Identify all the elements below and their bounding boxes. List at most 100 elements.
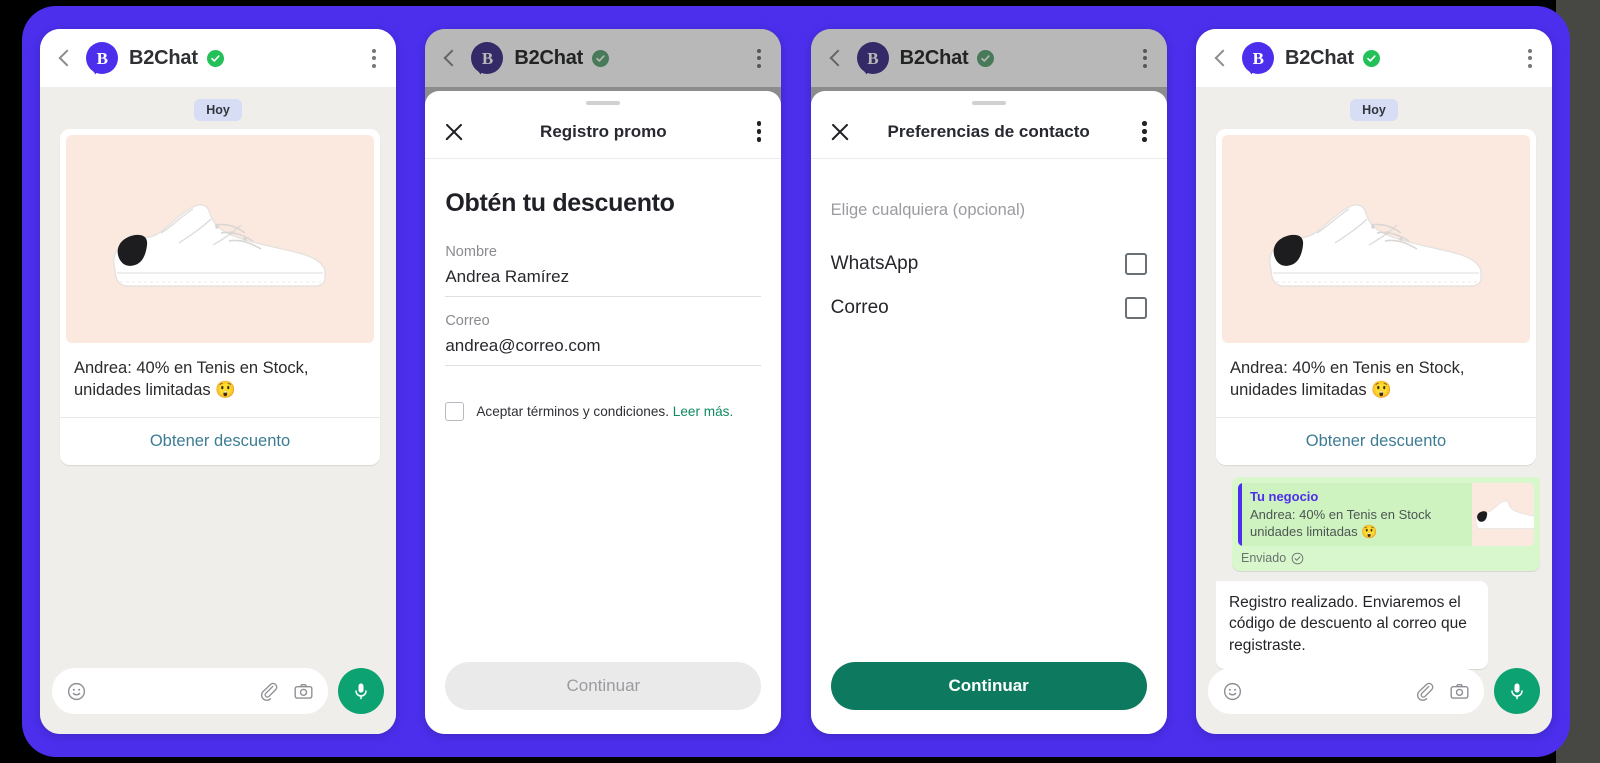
- terms-read-more-link[interactable]: Leer más.: [673, 404, 733, 419]
- received-message-row: Registro realizado. Enviaremos el código…: [1208, 581, 1540, 669]
- sent-status-label: Enviado: [1240, 551, 1287, 566]
- sheet-body-2: Obtén tu descuento Nombre Andrea Ramírez…: [425, 159, 781, 646]
- panel-1-chat: B B2Chat Hoy Andrea: 40% en Tenis en Sto…: [40, 29, 396, 734]
- sheet-title: Registro promo: [540, 121, 667, 141]
- sheet-toolbar-3: Preferencias de contacto: [810, 105, 1167, 159]
- chat-body-1: Hoy Andrea: 40% en Tenis en Stock, unida…: [40, 87, 396, 734]
- product-image: [1221, 135, 1530, 343]
- kebab-menu-icon[interactable]: [1524, 43, 1536, 74]
- quoted-message[interactable]: Tu negocio Andrea: 40% en Tenis en Stock…: [1237, 483, 1534, 547]
- avatar-initial: B: [481, 48, 493, 68]
- close-x-icon[interactable]: [443, 121, 465, 143]
- chevron-left-icon[interactable]: [56, 49, 74, 67]
- kebab-menu-icon[interactable]: [1140, 115, 1149, 148]
- sheet-body-3: Elige cualquiera (opcional) WhatsApp Cor…: [811, 159, 1167, 646]
- panel-2-registro-promo: B B2Chat Registro promo Obtén tu descuen…: [425, 29, 782, 734]
- terms-text: Aceptar términos y condiciones. Leer más…: [476, 404, 733, 419]
- product-card-4: Andrea: 40% en Tenis en Stock, unidades …: [1215, 129, 1536, 466]
- get-discount-button[interactable]: Obtener descuento: [1215, 418, 1536, 466]
- microphone-icon[interactable]: [1493, 668, 1540, 714]
- paperclip-icon[interactable]: [259, 681, 279, 701]
- quote-author: Tu negocio: [1249, 489, 1319, 505]
- field-correo: Correo andrea@correo.com: [445, 297, 762, 366]
- get-discount-button[interactable]: Obtener descuento: [60, 418, 380, 466]
- microphone-icon[interactable]: [338, 668, 384, 714]
- product-image: [66, 135, 374, 343]
- correo-input[interactable]: andrea@correo.com: [445, 336, 762, 366]
- message-input[interactable]: [52, 668, 328, 714]
- chevron-left-icon[interactable]: [827, 49, 845, 67]
- options-hint: Elige cualquiera (opcional): [830, 201, 1026, 219]
- sneaker-illustration: [113, 204, 326, 287]
- field-nombre: Nombre Andrea Ramírez: [445, 228, 762, 297]
- check-circle-icon: [1291, 552, 1304, 564]
- verified-check-icon: [977, 49, 995, 67]
- bottom-sheet-preferencias: Preferencias de contacto Elige cualquier…: [810, 91, 1167, 734]
- verified-check-icon: [1362, 49, 1380, 67]
- composer-1: [40, 660, 396, 734]
- checkbox-unchecked-icon[interactable]: [1124, 253, 1147, 275]
- avatar-initial: B: [96, 48, 108, 68]
- chat-header-1: B B2Chat: [40, 29, 396, 87]
- chevron-left-icon[interactable]: [1212, 49, 1230, 67]
- screenshot-stage: B B2Chat Hoy Andrea: 40% en Tenis en Sto…: [0, 0, 1600, 763]
- chat-header-3: B B2Chat: [810, 29, 1167, 87]
- sent-status: Enviado: [1238, 546, 1534, 567]
- bottom-sheet-registro-promo: Registro promo Obtén tu descuento Nombre…: [425, 91, 782, 734]
- option-label: WhatsApp: [830, 253, 919, 274]
- paperclip-icon[interactable]: [1415, 681, 1435, 701]
- day-chip-wrap-4: Hoy: [1208, 87, 1540, 129]
- panel-3-preferencias: B B2Chat Preferencias de contacto Elige …: [810, 29, 1167, 734]
- kebab-menu-icon[interactable]: [1139, 43, 1151, 74]
- quote-content: Tu negocio Andrea: 40% en Tenis en Stock…: [1242, 483, 1472, 546]
- quote-thumbnail: [1471, 483, 1534, 547]
- quote-text: Andrea: 40% en Tenis en Stock unidades l…: [1249, 506, 1432, 539]
- option-correo[interactable]: Correo: [831, 286, 1147, 330]
- product-card-text: Andrea: 40% en Tenis en Stock, unidades …: [74, 359, 309, 400]
- panel-row: B B2Chat Hoy Andrea: 40% en Tenis en Sto…: [22, 6, 1570, 757]
- sneaker-thumbnail-illustration: [1475, 500, 1534, 530]
- message-input[interactable]: [1207, 668, 1484, 714]
- emoji-smiley-icon[interactable]: [66, 681, 87, 702]
- sheet-heading: Obtén tu descuento: [445, 189, 675, 217]
- sheet-title: Preferencias de contacto: [887, 121, 1090, 141]
- sneaker-illustration: [1269, 204, 1482, 287]
- kebab-menu-icon[interactable]: [755, 115, 764, 148]
- day-chip-wrap-1: Hoy: [52, 87, 384, 129]
- avatar: B: [471, 42, 504, 74]
- nombre-input[interactable]: Andrea Ramírez: [445, 267, 762, 297]
- product-card-text: Andrea: 40% en Tenis en Stock, unidades …: [1229, 359, 1465, 400]
- avatar: B: [1241, 42, 1274, 74]
- verified-check-icon: [206, 49, 224, 67]
- verified-check-icon: [592, 49, 610, 67]
- kebab-menu-icon[interactable]: [753, 43, 765, 74]
- camera-icon[interactable]: [293, 681, 314, 702]
- sent-message-bubble: Tu negocio Andrea: 40% en Tenis en Stock…: [1231, 477, 1540, 572]
- sheet-footer-2: Continuar: [425, 646, 781, 734]
- emoji-smiley-icon[interactable]: [1222, 681, 1243, 702]
- camera-icon[interactable]: [1449, 681, 1470, 702]
- product-card-1: Andrea: 40% en Tenis en Stock, unidades …: [60, 129, 380, 466]
- received-message-bubble: Registro realizado. Enviaremos el código…: [1215, 581, 1488, 669]
- chat-body-4: Hoy Andrea: 40% en Tenis en Stock, unida…: [1195, 87, 1552, 734]
- page-title: B2Chat: [514, 46, 584, 69]
- option-whatsapp[interactable]: WhatsApp: [831, 242, 1147, 286]
- day-separator-chip: Hoy: [194, 99, 242, 121]
- page-title: B2Chat: [1284, 46, 1354, 69]
- continuar-button[interactable]: Continuar: [445, 662, 762, 710]
- continuar-button[interactable]: Continuar: [830, 662, 1147, 710]
- sheet-toolbar-2: Registro promo: [425, 105, 782, 159]
- field-label: Correo: [445, 313, 490, 329]
- chat-header-2: B B2Chat: [425, 29, 782, 87]
- kebab-menu-icon[interactable]: [368, 43, 380, 74]
- terms-label: Aceptar términos y condiciones.: [476, 404, 669, 419]
- terms-row: Aceptar términos y condiciones. Leer más…: [445, 366, 761, 421]
- checkbox-unchecked-icon[interactable]: [445, 402, 465, 421]
- checkbox-unchecked-icon[interactable]: [1124, 297, 1147, 319]
- page-title: B2Chat: [129, 46, 198, 69]
- chevron-left-icon[interactable]: [441, 49, 459, 67]
- sheet-footer-3: Continuar: [811, 646, 1167, 734]
- close-x-icon[interactable]: [829, 121, 851, 143]
- avatar-initial: B: [867, 48, 879, 68]
- chat-header-4: B B2Chat: [1195, 29, 1552, 87]
